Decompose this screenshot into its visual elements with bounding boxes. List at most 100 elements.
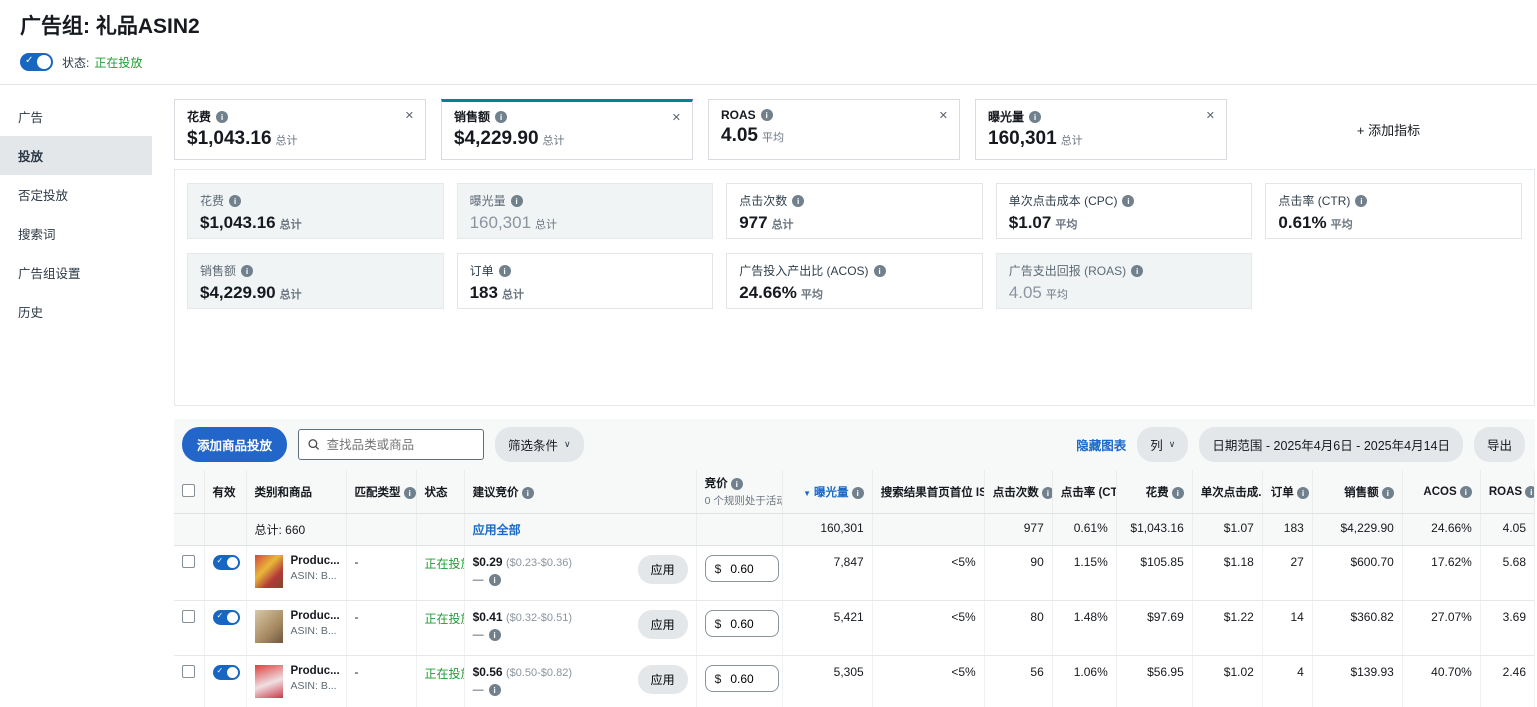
product-thumbnail <box>255 665 283 698</box>
apply-all-link[interactable]: 应用全部 <box>473 523 521 537</box>
apply-button[interactable]: 应用 <box>638 610 688 639</box>
col-suggested-bid[interactable]: 建议竞价 <box>464 470 696 514</box>
tile-ctr[interactable]: 点击率 (CTR) 0.61%平均 <box>1265 183 1522 239</box>
product-name[interactable]: Produc... <box>291 665 340 677</box>
metric-card-impressions[interactable]: 曝光量 ✕ 160,301总计 <box>975 99 1227 160</box>
tile-acos[interactable]: 广告投入产出比 (ACOS) 24.66%平均 <box>726 253 983 309</box>
sidebar-item-negative-targeting[interactable]: 否定投放 <box>0 175 152 214</box>
sidebar-item-targeting[interactable]: 投放 <box>0 136 152 175</box>
date-range-button[interactable]: 日期范围 - 2025年4月6日 - 2025年4月14日 <box>1199 427 1463 462</box>
bid-input[interactable] <box>730 617 768 631</box>
col-spend[interactable]: 花费 <box>1116 470 1192 514</box>
col-acos[interactable]: ACOS <box>1402 470 1480 514</box>
col-orders[interactable]: 订单 <box>1262 470 1312 514</box>
metric-card-sales[interactable]: 销售额 ✕ $4,229.90总计 <box>441 99 693 160</box>
sidebar-item-search-terms[interactable]: 搜索词 <box>0 214 152 253</box>
info-icon[interactable] <box>495 111 507 123</box>
info-icon[interactable] <box>489 684 501 696</box>
info-icon[interactable] <box>1297 487 1309 499</box>
tile-clicks[interactable]: 点击次数 977总计 <box>726 183 983 239</box>
select-all-checkbox[interactable] <box>182 484 195 497</box>
hide-chart-link[interactable]: 隐藏图表 <box>1076 435 1126 454</box>
chevron-down-icon: ∨ <box>1169 439 1176 450</box>
col-cpc[interactable]: 单次点击成... <box>1192 470 1262 514</box>
info-icon[interactable] <box>731 478 743 490</box>
info-icon[interactable] <box>761 109 773 121</box>
info-icon[interactable] <box>522 487 534 499</box>
close-icon[interactable]: ✕ <box>672 111 681 124</box>
metric-card-spend[interactable]: 花费 ✕ $1,043.16总计 <box>174 99 426 160</box>
metric-value: $4,229.90 <box>454 128 539 149</box>
row-toggle[interactable]: ✓ <box>213 665 240 680</box>
bid-input[interactable] <box>730 562 768 576</box>
metric-card-roas[interactable]: ROAS ✕ 4.05平均 <box>708 99 960 160</box>
col-ctr[interactable]: 点击率 (CTR <box>1052 470 1116 514</box>
row-checkbox[interactable] <box>182 555 195 568</box>
apply-button[interactable]: 应用 <box>638 555 688 584</box>
tile-roas[interactable]: 广告支出回报 (ROAS) 4.05平均 <box>996 253 1253 309</box>
export-button[interactable]: 导出 <box>1474 427 1525 462</box>
sidebar-item-history[interactable]: 历史 <box>0 292 152 331</box>
info-icon[interactable] <box>489 629 501 641</box>
info-icon[interactable] <box>404 487 416 499</box>
add-metric-button[interactable]: + 添加指标 <box>1242 99 1535 160</box>
col-impressions[interactable]: ▼曝光量 <box>782 470 872 514</box>
close-icon[interactable]: ✕ <box>405 109 414 122</box>
bid-input-box[interactable]: $ <box>705 665 779 692</box>
info-icon[interactable] <box>511 195 523 207</box>
row-checkbox[interactable] <box>182 665 195 678</box>
info-icon[interactable] <box>499 265 511 277</box>
table-header-row: 有效 类别和商品 匹配类型 状态 建议竞价 竞价 0 个规则处于活动状 ▼曝光量… <box>174 470 1535 514</box>
col-clicks[interactable]: 点击次数 <box>984 470 1052 514</box>
close-icon[interactable]: ✕ <box>1206 109 1215 122</box>
add-product-targets-button[interactable]: 添加商品投放 <box>182 427 287 462</box>
col-roas[interactable]: ROAS <box>1480 470 1534 514</box>
row-toggle[interactable]: ✓ <box>213 610 240 625</box>
bid-input-box[interactable]: $ <box>705 610 779 637</box>
col-product: 类别和商品 <box>246 470 346 514</box>
tile-impressions[interactable]: 曝光量 160,301总计 <box>457 183 714 239</box>
tile-spend[interactable]: 花费 $1,043.16总计 <box>187 183 444 239</box>
info-icon[interactable] <box>1131 265 1143 277</box>
search-box[interactable] <box>298 429 484 460</box>
col-bid[interactable]: 竞价 0 个规则处于活动状 <box>696 470 782 514</box>
info-icon[interactable] <box>852 487 864 499</box>
info-icon[interactable] <box>1029 111 1041 123</box>
col-top-of-search-is[interactable]: 搜索结果首页首位 IS <box>872 470 984 514</box>
info-icon[interactable] <box>241 265 253 277</box>
tile-cpc[interactable]: 单次点击成本 (CPC) $1.07平均 <box>996 183 1253 239</box>
page-title: 广告组: 礼品ASIN2 <box>20 10 1537 40</box>
adgroup-status-toggle[interactable]: ✓ <box>20 53 53 71</box>
col-match-type[interactable]: 匹配类型 <box>346 470 416 514</box>
info-icon[interactable] <box>1525 486 1534 498</box>
col-sales[interactable]: 销售额 <box>1312 470 1402 514</box>
info-icon[interactable] <box>489 574 501 586</box>
close-icon[interactable]: ✕ <box>939 109 948 122</box>
info-icon[interactable] <box>1122 195 1134 207</box>
info-icon[interactable] <box>1042 487 1052 499</box>
summary-row: 总计: 660 应用全部 160,301 977 0.61% $1,043.16… <box>174 514 1535 546</box>
row-toggle[interactable]: ✓ <box>213 555 240 570</box>
columns-button[interactable]: 列∨ <box>1137 427 1188 462</box>
info-icon[interactable] <box>874 265 886 277</box>
tile-sales[interactable]: 销售额 $4,229.90总计 <box>187 253 444 309</box>
product-name[interactable]: Produc... <box>291 610 340 622</box>
apply-button[interactable]: 应用 <box>638 665 688 694</box>
info-icon[interactable] <box>229 195 241 207</box>
bid-rules-note: 0 个规则处于活动状 <box>705 493 774 508</box>
info-icon[interactable] <box>1355 195 1367 207</box>
search-input[interactable] <box>327 438 474 452</box>
info-icon[interactable] <box>1460 486 1472 498</box>
row-checkbox[interactable] <box>182 610 195 623</box>
bid-input[interactable] <box>730 672 768 686</box>
bid-input-box[interactable]: $ <box>705 555 779 582</box>
product-name[interactable]: Produc... <box>291 555 340 567</box>
filter-button[interactable]: 筛选条件∨ <box>495 427 584 462</box>
tile-orders[interactable]: 订单 183总计 <box>457 253 714 309</box>
info-icon[interactable] <box>216 111 228 123</box>
info-icon[interactable] <box>1382 487 1394 499</box>
info-icon[interactable] <box>792 195 804 207</box>
sidebar-item-adgroup-settings[interactable]: 广告组设置 <box>0 253 152 292</box>
sidebar-item-ads[interactable]: 广告 <box>0 97 152 136</box>
info-icon[interactable] <box>1172 487 1184 499</box>
